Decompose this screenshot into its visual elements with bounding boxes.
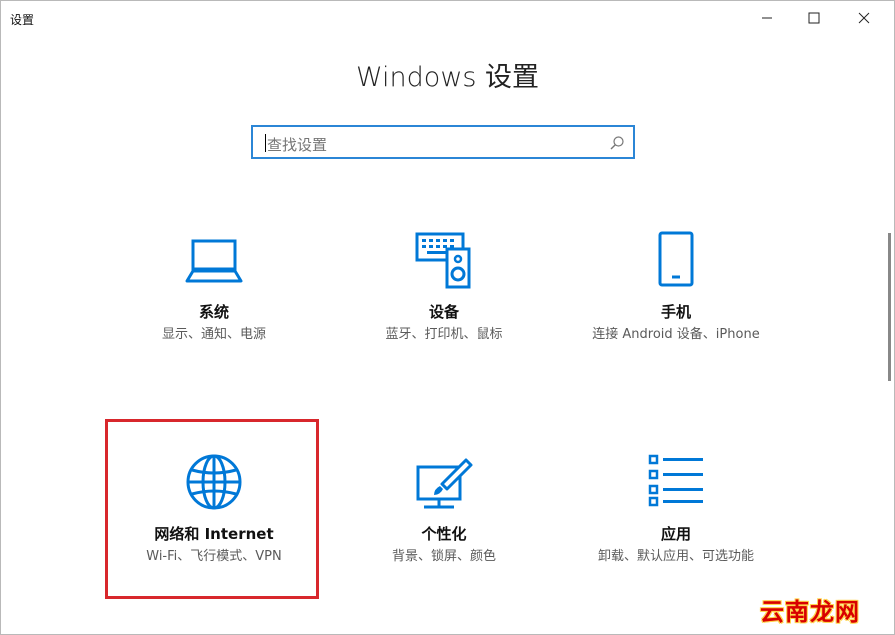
personalization-icon — [338, 457, 550, 511]
tile-name: 个性化 — [421, 525, 467, 543]
tile-description: 卸载、默认应用、可选功能 — [597, 549, 754, 564]
phone-icon — [570, 231, 782, 287]
tile-description: 背景、锁屏、颜色 — [391, 549, 496, 564]
search-box[interactable]: 查找设置 — [251, 125, 635, 159]
tile-name: 设备 — [428, 303, 459, 321]
laptop-icon — [108, 237, 320, 283]
minimize-icon — [762, 17, 772, 19]
tile-phone[interactable]: 手机 连接 Android 设备、iPhone — [570, 231, 782, 407]
tile-name: 手机 — [660, 303, 691, 321]
apps-list-icon — [570, 453, 782, 507]
close-icon — [858, 12, 870, 24]
highlight-frame — [105, 419, 319, 599]
tile-name: 系统 — [198, 303, 229, 321]
close-button[interactable] — [841, 1, 887, 35]
watermark-logo: 云南龙网 — [760, 598, 860, 626]
tile-system[interactable]: 系统 显示、通知、电源 — [108, 231, 320, 407]
search-icon[interactable] — [609, 135, 625, 155]
tile-description: 蓝牙、打印机、鼠标 — [385, 327, 503, 342]
minimize-button[interactable] — [744, 1, 790, 35]
text-caret — [265, 134, 266, 152]
title-bar: 设置 — [1, 1, 894, 35]
search-input[interactable]: 查找设置 — [267, 134, 327, 155]
tile-description: 显示、通知、电源 — [161, 327, 266, 342]
maximize-button[interactable] — [791, 1, 837, 35]
settings-window: 设置 Windows 设置 查找设置 系统 显示、通知、电源 设备 蓝牙、打印机… — [0, 0, 895, 635]
tile-name: 应用 — [660, 525, 691, 543]
tile-personalization[interactable]: 个性化 背景、锁屏、颜色 — [338, 453, 550, 629]
tile-devices[interactable]: 设备 蓝牙、打印机、鼠标 — [338, 231, 550, 407]
maximize-icon — [808, 12, 820, 24]
app-title: 设置 — [10, 13, 35, 27]
scrollbar[interactable] — [888, 233, 891, 381]
tile-description: 连接 Android 设备、iPhone — [592, 327, 760, 342]
tile-apps[interactable]: 应用 卸载、默认应用、可选功能 — [570, 453, 782, 629]
devices-icon — [338, 231, 550, 289]
page-title: Windows 设置 — [355, 62, 540, 93]
